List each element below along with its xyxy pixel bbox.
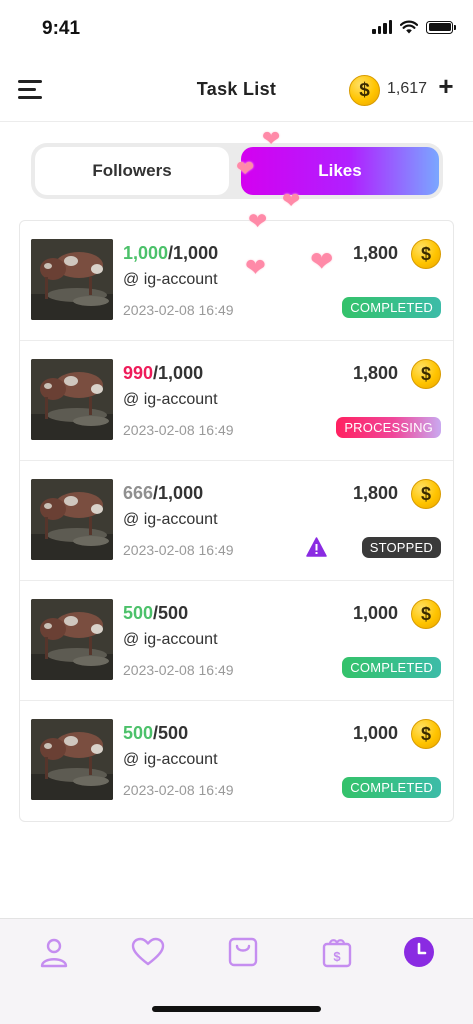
task-date: 2023-02-08 16:49 [123,302,234,318]
task-date: 2023-02-08 16:49 [123,422,234,438]
floating-heart-icon: ❤ [236,156,255,181]
task-account: @ ig-account [123,751,218,768]
task-account: @ ig-account [123,631,218,648]
coin-icon: $ [411,599,441,629]
task-account: @ ig-account [123,511,218,528]
task-account: @ ig-account [123,271,218,288]
status-time: 9:41 [42,18,81,39]
clock-icon [404,937,434,967]
status-badge: COMPLETED [342,777,441,798]
coin-icon: $ [411,479,441,509]
task-progress: 1,000/1,000 [123,243,218,264]
status-badge: COMPLETED [342,657,441,678]
task-date: 2023-02-08 16:49 [123,782,234,798]
progress-done: 1,000 [123,243,169,263]
home-indicator [152,1006,321,1012]
task-price: 1,800 [352,483,398,503]
header: Task List $ 1,617 + [0,60,473,122]
nav-shop[interactable] [226,935,260,969]
task-row[interactable]: 1,000/1,000 @ ig-account 2023-02-08 16:4… [20,221,453,341]
post-thumbnail[interactable] [31,239,113,320]
tab-likes[interactable]: Likes [241,147,439,195]
status-badge: COMPLETED [342,297,441,318]
nav-task-history[interactable] [402,935,436,969]
task-date: 2023-02-08 16:49 [123,662,234,678]
profile-icon [40,938,68,968]
gift-coin-icon: $ [322,939,352,968]
task-price: 1,800 [352,363,398,383]
shop-bag-icon [228,937,258,967]
heart-icon [131,937,165,966]
task-date: 2023-02-08 16:49 [123,542,234,558]
nav-likes[interactable] [131,935,165,969]
post-thumbnail[interactable] [31,599,113,680]
coin-icon: $ [411,359,441,389]
progress-done: 666 [123,483,154,503]
nav-profile[interactable] [37,935,71,969]
task-row[interactable]: 500/500 @ ig-account 2023-02-08 16:49 1,… [20,701,453,821]
tab-followers[interactable]: Followers [35,147,229,195]
post-thumbnail[interactable] [31,479,113,560]
task-list: 1,000/1,000 @ ig-account 2023-02-08 16:4… [19,220,454,822]
status-badge: STOPPED [361,537,441,558]
coin-icon: $ [411,239,441,269]
task-row[interactable]: 500/500 @ ig-account 2023-02-08 16:49 1,… [20,581,453,701]
task-price: 1,000 [352,603,398,623]
task-progress: 990/1,000 [123,363,203,384]
status-bar: 9:41 [0,0,473,56]
task-progress: 500/500 [123,723,188,744]
task-row[interactable]: 666/1,000 @ ig-account 2023-02-08 16:49 … [20,461,453,581]
progress-total: /1,000 [153,363,204,383]
floating-heart-icon: ❤ [245,254,266,282]
status-icons [372,20,456,34]
coin-icon: $ [349,75,380,106]
task-progress: 500/500 [123,603,188,624]
floating-heart-icon: ❤ [262,126,281,151]
task-progress: 666/1,000 [123,483,203,504]
post-thumbnail[interactable] [31,359,113,440]
svg-text:$: $ [333,949,341,964]
warning-icon[interactable] [306,537,327,557]
task-account: @ ig-account [123,391,218,408]
floating-heart-icon: ❤ [282,188,301,213]
task-price: 1,000 [352,723,398,743]
floating-heart-icon: ❤ [248,208,268,234]
progress-done: 500 [123,603,154,623]
progress-total: /1,000 [153,483,204,503]
task-row[interactable]: 990/1,000 @ ig-account 2023-02-08 16:49 … [20,341,453,461]
floating-heart-icon: ❤ [310,246,334,277]
post-thumbnail[interactable] [31,719,113,800]
cellular-signal-icon [372,20,392,34]
battery-icon [426,20,456,34]
coin-icon: $ [411,719,441,749]
progress-done: 990 [123,363,154,383]
coin-balance: 1,617 [387,80,428,97]
progress-done: 500 [123,723,154,743]
progress-total: /1,000 [168,243,219,263]
task-price: 1,800 [352,243,398,263]
progress-total: /500 [153,603,189,623]
add-coins-button[interactable]: + [436,73,456,99]
progress-total: /500 [153,723,189,743]
nav-rewards[interactable]: $ [320,935,354,969]
status-badge: PROCESSING [336,417,441,438]
wifi-icon [400,20,418,34]
